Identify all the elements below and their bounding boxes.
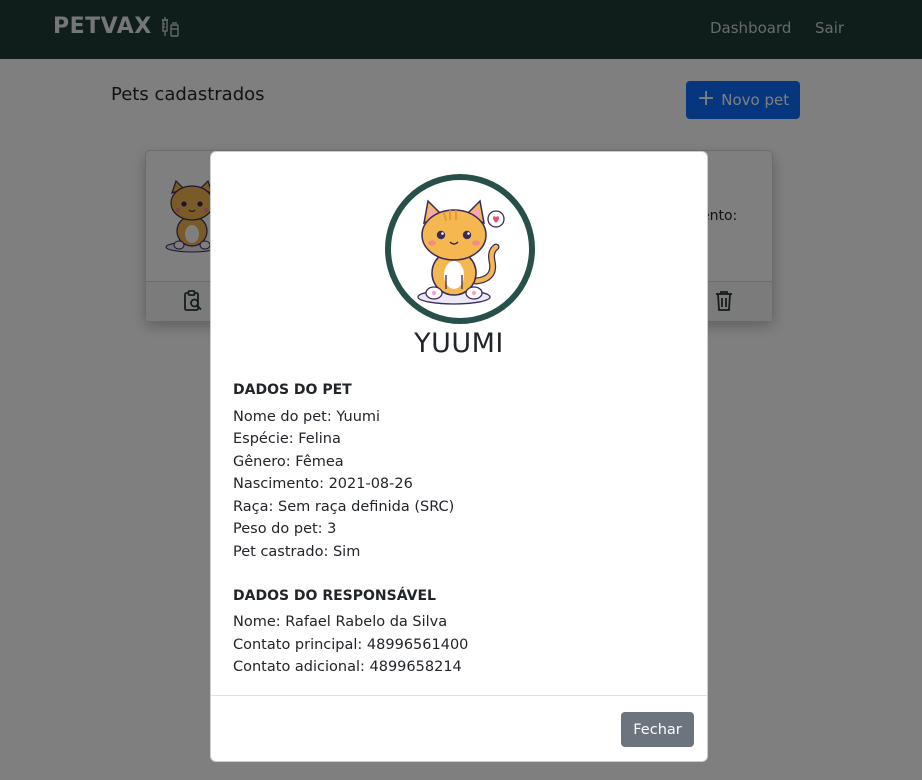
close-button[interactable]: Fechar [621,712,694,747]
pet-name-line: Nome do pet: Yuumi [233,409,381,425]
cat-illustration [417,199,505,305]
owner-secondary-contact-line: Contato adicional: 4899658214 [233,659,462,675]
pet-weight-line: Peso do pet: 3 [233,521,337,537]
pet-details-modal: YUUMI DADOS DO PET Nome do pet: Yuumi Es… [210,151,708,762]
pet-birth-line: Nascimento: 2021-08-26 [233,476,413,492]
owner-name-line: Nome: Rafael Rabelo da Silva [233,614,448,630]
owner-primary-contact-line: Contato principal: 48996561400 [233,637,469,653]
pet-neutered-line: Pet castrado: Sim [233,544,361,560]
modal-footer-divider [211,695,707,696]
pet-name-heading: YUUMI [414,328,504,359]
owner-data-section-title: DADOS DO RESPONSÁVEL [233,588,436,604]
pet-breed-line: Raça: Sem raça definida (SRC) [233,499,455,515]
pet-species-line: Espécie: Felina [233,431,341,447]
pet-data-section-title: DADOS DO PET [233,382,352,398]
pet-avatar [385,174,535,324]
pet-gender-line: Gênero: Fêmea [233,454,344,470]
